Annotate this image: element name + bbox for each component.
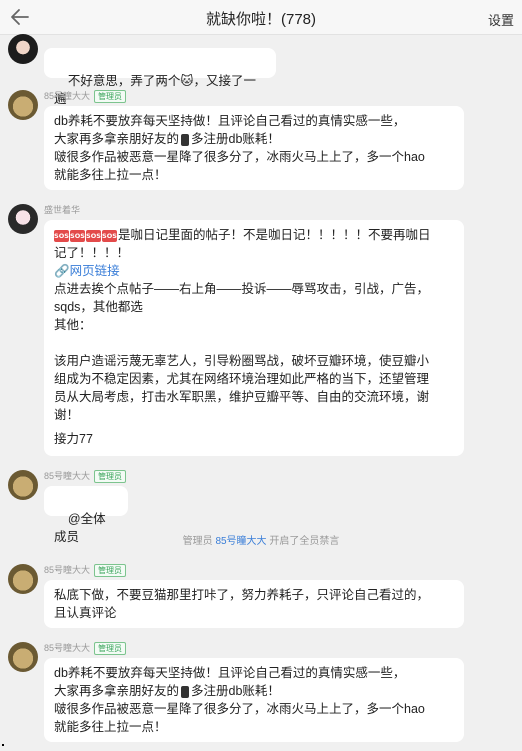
admin-badge: 管理员 xyxy=(94,90,127,104)
admin-badge: 管理员 xyxy=(94,564,127,578)
avatar[interactable] xyxy=(8,564,38,594)
message-bubble: 私底下做，不要豆猫那里打咔了，努力养耗子，只评论自己看过的， 且认真评论 xyxy=(44,580,464,628)
avatar[interactable] xyxy=(8,34,38,64)
message-line: sqds，其他都选 xyxy=(54,300,143,314)
message-bubble: db养耗不要放弃每天坚持做！且评论自己看过的真情实感一些， 大家再多拿亲朋好友的… xyxy=(44,106,464,190)
message-line: 大家再多拿亲朋好友的 多注册db账耗！ xyxy=(54,130,454,148)
sender-name[interactable]: 85号瞳大大 xyxy=(44,471,90,481)
message-line: 且认真评论 xyxy=(54,606,117,620)
sender-line: 盛世着华 xyxy=(44,203,80,216)
admin-badge: 管理员 xyxy=(94,470,127,484)
message-line: db养耗不要放弃每天坚持做！且评论自己看过的真情实感一些， xyxy=(54,666,406,680)
message-line: 组成为不稳定因素，尤其在网络环境治理如此严格的当下，还望管理 xyxy=(54,372,430,386)
message-bubble: @全体成员 xyxy=(44,486,128,544)
phone-icon xyxy=(181,685,190,698)
message-bubble: db养耗不要放弃每天坚持做！且评论自己看过的真情实感一些， 大家再多拿亲朋好友的… xyxy=(44,658,464,742)
message-bubble: SOSSOSSOSSOS是咖日记里面的帖子！不是咖日记！！！！！不要再咖日 记了… xyxy=(44,220,464,456)
message-line: 点进去挨个点帖子——右上角——投诉——辱骂攻击，引战，广告， xyxy=(54,282,430,296)
message-line: 大家再多拿亲朋好友的 多注册db账耗！ xyxy=(54,682,454,700)
sender-name[interactable]: 85号瞳大大 xyxy=(44,91,90,101)
avatar[interactable] xyxy=(8,642,38,672)
notice-prefix: 管理员 xyxy=(182,536,213,547)
settings-button[interactable]: 设置 xyxy=(488,10,514,29)
sender-name[interactable]: 85号瞳大大 xyxy=(44,565,90,575)
sender-line: 85号瞳大大 管理员 xyxy=(44,469,127,484)
sender-line: 85号瞳大大 管理员 xyxy=(44,641,127,656)
message-line: 该用户造谣污蔑无辜艺人，引导粉圈骂战，破坏豆瓣环境，使豆瓣小 xyxy=(54,354,430,368)
message-bubble: 不好意思，弄了两个🐱，又接了一遍 xyxy=(44,48,276,106)
message-line: SOSSOSSOSSOS是咖日记里面的帖子！不是咖日记！！！！！不要再咖日 xyxy=(54,226,454,244)
message-line: 其他： xyxy=(54,318,92,332)
message-line: 私底下做，不要豆猫那里打咔了，努力养耗子，只评论自己看过的， xyxy=(54,588,430,602)
sender-line: 85号瞳大大 管理员 xyxy=(44,563,127,578)
message-line: 就能多往上拉一点！ xyxy=(54,168,167,182)
web-link[interactable]: 🔗网页链接 xyxy=(54,262,454,280)
avatar[interactable] xyxy=(8,204,38,234)
system-notice: 管理员 85号瞳大大 开启了全员禁言 xyxy=(0,532,522,547)
notice-suffix: 开启了全员禁言 xyxy=(269,536,340,547)
sos-icon: SOS xyxy=(86,229,101,242)
sos-icon: SOS xyxy=(54,229,69,242)
message-line: 就能多往上拉一点！ xyxy=(54,720,167,734)
top-bar: 就缺你啦！(778) 设置 xyxy=(0,0,522,35)
message-line: 啵很多作品被恶意一星降了很多分了，冰雨火马上上了，多一个hao xyxy=(54,150,425,164)
message-text: 多注册db账耗！ xyxy=(191,684,280,698)
stray-dot xyxy=(2,744,4,746)
phone-icon xyxy=(181,133,190,146)
message-text: 大家再多拿亲朋好友的 xyxy=(54,132,180,146)
message-line: 接力77 xyxy=(54,432,93,446)
message-line: 谢！ xyxy=(54,408,80,422)
message-text: 大家再多拿亲朋好友的 xyxy=(54,684,180,698)
message-line: db养耗不要放弃每天坚持做！且评论自己看过的真情实感一些， xyxy=(54,114,406,128)
notice-admin-name[interactable]: 85号瞳大大 xyxy=(215,536,266,547)
message-text: 多注册db账耗！ xyxy=(191,132,280,146)
sos-icon: SOS xyxy=(102,229,117,242)
sender-line: 85号瞳大大 管理员 xyxy=(44,89,127,104)
chat-title: 就缺你啦！(778) xyxy=(205,11,317,28)
message-line: 啵很多作品被恶意一星降了很多分了，冰雨火马上上了，多一个hao xyxy=(54,702,425,716)
message-line: 员从大局考虑，打击水军职黑，维护豆瓣平等、自由的交流环境，谢 xyxy=(54,390,430,404)
admin-badge: 管理员 xyxy=(94,642,127,656)
avatar[interactable] xyxy=(8,470,38,500)
message-line: 记了！！！！ xyxy=(54,246,130,260)
message-text: 是咖日记里面的帖子！不是咖日记！！！！！不要再咖日 xyxy=(118,228,431,242)
sender-name[interactable]: 85号瞳大大 xyxy=(44,643,90,653)
sos-icon: SOS xyxy=(70,229,85,242)
avatar[interactable] xyxy=(8,90,38,120)
sender-name[interactable]: 盛世着华 xyxy=(44,205,80,215)
